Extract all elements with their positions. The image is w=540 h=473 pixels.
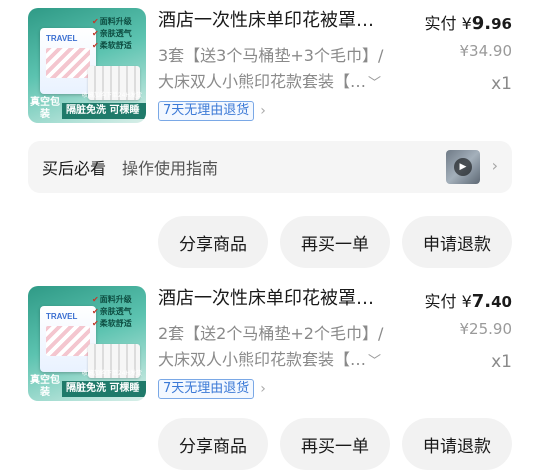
product-image[interactable]: TRAVEL 面料升级 亲肤透气 柔软舒适 收藏加购下单24H发货 真空包装 隔… <box>28 286 146 401</box>
product-title[interactable]: 酒店一次性床单印花被罩… <box>158 288 400 310</box>
spec-line-2: 大床双人小熊印花款套装【… ﹀ <box>158 69 400 97</box>
paid-amount-decimal: 40 <box>491 293 512 311</box>
feature-item: 面料升级 <box>92 294 140 306</box>
buy-again-button[interactable]: 再买一单 <box>280 418 390 470</box>
original-price: ¥34.90 <box>459 42 513 60</box>
product-title[interactable]: 酒店一次性床单印花被罩… <box>158 10 400 32</box>
return-policy-badge: 7天无理由退货 <box>158 101 255 121</box>
guide-label: 买后必看 <box>42 159 107 178</box>
buy-again-button[interactable]: 再买一单 <box>280 216 390 268</box>
chevron-right-icon: › <box>260 381 266 397</box>
vacuum-label: 真空包装 <box>30 375 60 398</box>
spec-line-text: 大床双人小熊印花款套装【… <box>158 72 367 91</box>
request-refund-button[interactable]: 申请退款 <box>402 216 512 268</box>
play-icon: ▶ <box>454 158 472 176</box>
print-pattern <box>46 48 90 78</box>
paid-amount-decimal: 96 <box>491 15 512 33</box>
image-band: 隔脏免洗 可棵睡 <box>62 103 146 119</box>
print-pattern <box>46 326 90 356</box>
vacuum-label: 真空包装 <box>30 97 60 120</box>
feature-list: 面料升级 亲肤透气 柔软舒适 <box>92 16 140 52</box>
feature-item: 柔软舒适 <box>92 40 140 52</box>
order-actions: 分享商品 再买一单 申请退款 <box>158 216 512 268</box>
return-policy-badge: 7天无理由退货 <box>158 379 255 399</box>
brand-text: TRAVEL <box>46 34 78 43</box>
paid-amount-integer: 7. <box>471 291 492 312</box>
chevron-down-icon: ﹀ <box>368 76 382 91</box>
product-spec[interactable]: 2套【送2个马桶垫+2个毛巾】/ 大床双人小熊印花款套装【… ﹀ <box>158 321 400 375</box>
currency-symbol: ¥ <box>461 292 472 311</box>
paid-amount: 9.96 <box>472 13 512 34</box>
paid-label: 实付 <box>424 292 457 311</box>
order-actions: 分享商品 再买一单 申请退款 <box>158 418 512 470</box>
chevron-right-icon: › <box>260 103 266 119</box>
spec-line: 3套【送3个马桶垫+3个毛巾】/ <box>158 46 384 65</box>
share-product-button[interactable]: 分享商品 <box>158 216 268 268</box>
video-thumbnail[interactable]: ▶ <box>446 150 480 184</box>
after-purchase-guide[interactable]: 买后必看 操作使用指南 ▶ › <box>28 141 512 193</box>
return-policy[interactable]: 7天无理由退货 › <box>158 101 266 121</box>
spec-line-text: 大床双人小熊印花款套装【… <box>158 350 367 369</box>
return-policy[interactable]: 7天无理由退货 › <box>158 379 266 399</box>
original-price: ¥25.90 <box>459 320 513 338</box>
chevron-right-icon: › <box>491 156 498 175</box>
image-note: 收藏加购下单24H发货 <box>81 92 142 99</box>
paid-label: 实付 <box>424 14 457 33</box>
quantity: x1 <box>491 74 512 94</box>
guide-text: 操作使用指南 <box>122 159 219 178</box>
brand-text: TRAVEL <box>46 312 78 321</box>
product-image[interactable]: TRAVEL 面料升级 亲肤透气 柔软舒适 收藏加购下单24H发货 真空包装 隔… <box>28 8 146 123</box>
paid-price: 实付 ¥9.96 <box>424 10 512 34</box>
feature-list: 面料升级 亲肤透气 柔软舒适 <box>92 294 140 330</box>
chevron-down-icon: ﹀ <box>368 354 382 369</box>
spec-line-2: 大床双人小熊印花款套装【… ﹀ <box>158 347 400 375</box>
paid-amount: 7.40 <box>472 291 512 312</box>
share-product-button[interactable]: 分享商品 <box>158 418 268 470</box>
feature-item: 柔软舒适 <box>92 318 140 330</box>
feature-item: 亲肤透气 <box>92 28 140 40</box>
spec-line: 2套【送2个马桶垫+2个毛巾】/ <box>158 324 384 343</box>
paid-price: 实付 ¥7.40 <box>424 288 512 312</box>
feature-item: 亲肤透气 <box>92 306 140 318</box>
request-refund-button[interactable]: 申请退款 <box>402 418 512 470</box>
currency-symbol: ¥ <box>461 14 472 33</box>
product-spec[interactable]: 3套【送3个马桶垫+3个毛巾】/ 大床双人小熊印花款套装【… ﹀ <box>158 43 400 97</box>
image-note: 收藏加购下单24H发货 <box>81 370 142 377</box>
quantity: x1 <box>491 352 512 372</box>
feature-item: 面料升级 <box>92 16 140 28</box>
paid-amount-integer: 9. <box>471 13 492 34</box>
image-band: 隔脏免洗 可棵睡 <box>62 381 146 397</box>
